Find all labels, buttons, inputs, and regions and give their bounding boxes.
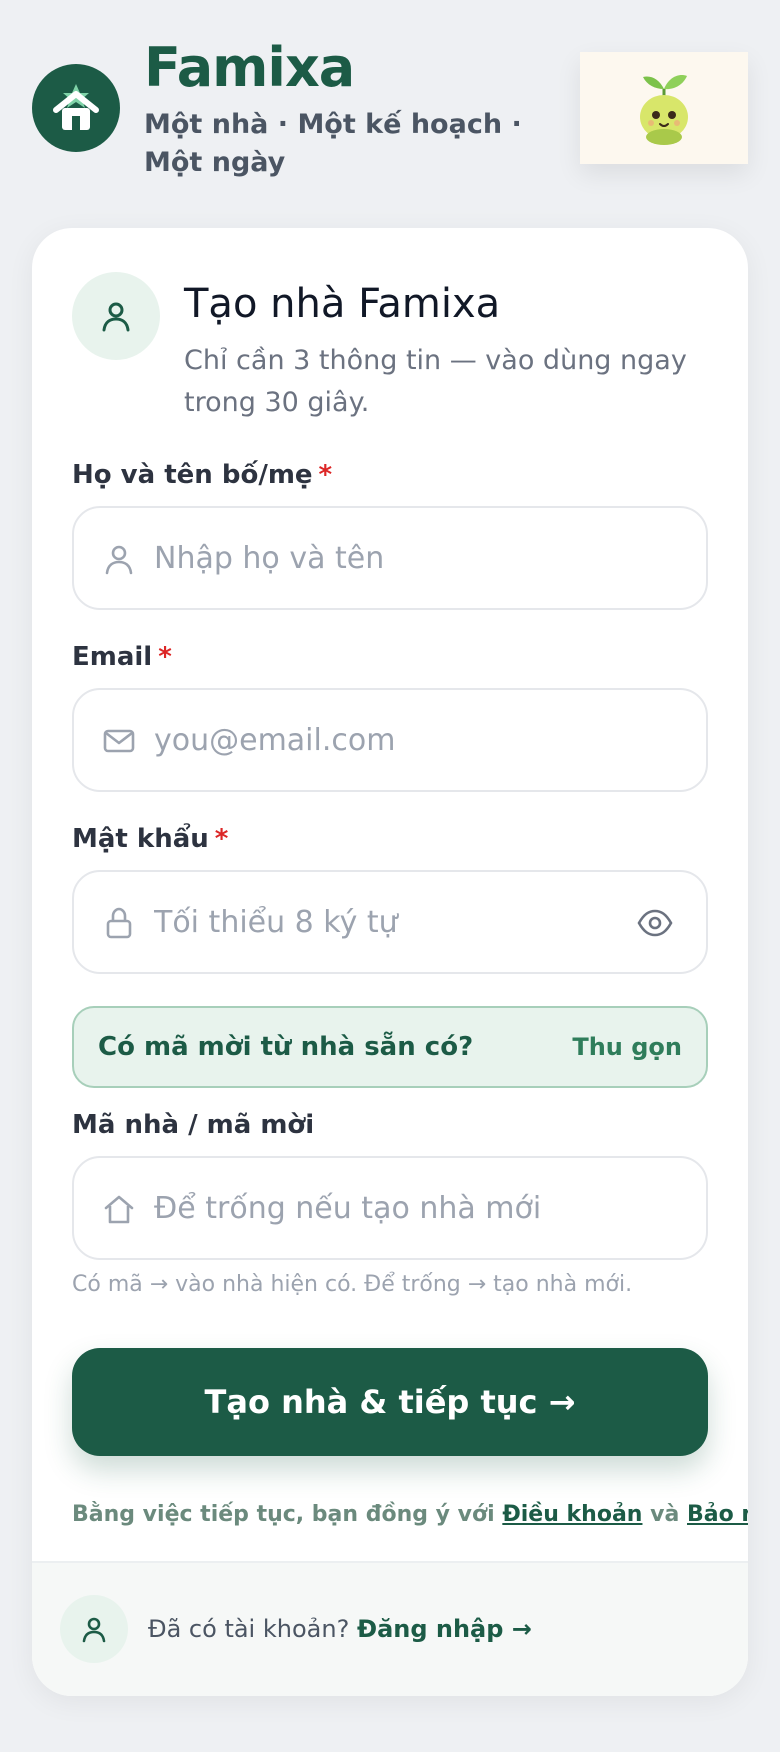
terms-link[interactable]: Điều khoản xyxy=(502,1502,642,1527)
email-label: Email * xyxy=(72,640,172,674)
password-input[interactable] xyxy=(154,872,614,972)
collapse-button[interactable]: Thu gọn xyxy=(572,1028,682,1066)
password-label-text: Mật khẩu xyxy=(72,824,209,854)
brand-name: Famixa xyxy=(144,36,355,99)
login-prompt: Đã có tài khoản? Đăng nhập → xyxy=(148,1611,532,1647)
logo xyxy=(32,64,120,152)
terms-prefix: Bằng việc tiếp tục, bạn đồng ý với xyxy=(72,1502,495,1527)
user-icon xyxy=(105,545,133,575)
house-code-label: Mã nhà / mã mời xyxy=(72,1110,315,1140)
terms-notice: Bằng việc tiếp tục, bạn đồng ý với Điều … xyxy=(72,1498,748,1532)
sprout-mascot xyxy=(640,75,688,145)
card-avatar xyxy=(72,272,160,360)
login-footer: Đã có tài khoản? Đăng nhập → xyxy=(32,1561,748,1696)
card-subtitle: Chỉ cần 3 thông tin — vào dùng ngay tron… xyxy=(184,345,687,418)
card-title: Tạo nhà Famixa xyxy=(184,281,501,327)
email-input[interactable] xyxy=(154,690,614,790)
footer-avatar xyxy=(60,1595,128,1663)
password-label: Mật khẩu * xyxy=(72,822,228,856)
house-icon xyxy=(53,84,99,130)
login-link[interactable]: Đăng nhập → xyxy=(357,1615,532,1643)
brand-tagline: Một nhà · Một kế hoạch · Một ngày xyxy=(144,109,522,178)
invite-code-toggle[interactable]: Có mã mời từ nhà sẵn có? Thu gọn xyxy=(72,1006,708,1088)
required-mark: * xyxy=(318,460,333,490)
house-code-hint: Có mã → vào nhà hiện có. Để trống → tạo … xyxy=(72,1272,633,1297)
user-icon xyxy=(102,302,130,332)
house-code-input[interactable] xyxy=(154,1158,614,1258)
email-label-text: Email xyxy=(72,642,153,672)
app-header: Famixa Một nhà · Một kế hoạch · Một ngày xyxy=(0,0,780,210)
signup-card: Tạo nhà Famixa Chỉ cần 3 thông tin — vào… xyxy=(32,228,748,1696)
login-prompt-text: Đã có tài khoản? xyxy=(148,1615,350,1643)
email-field[interactable] xyxy=(72,688,708,792)
required-mark: * xyxy=(158,642,172,672)
user-icon xyxy=(82,1617,106,1643)
name-input[interactable] xyxy=(154,508,614,608)
mail-icon xyxy=(103,729,135,753)
privacy-link[interactable]: Bảo mật xyxy=(687,1502,748,1527)
home-outline-icon xyxy=(104,1195,134,1224)
required-mark: * xyxy=(214,824,229,854)
invite-question: Có mã mời từ nhà sẵn có? xyxy=(98,1032,474,1062)
eye-icon[interactable] xyxy=(636,904,674,942)
lock-icon xyxy=(106,907,132,939)
password-field[interactable] xyxy=(72,870,708,974)
create-house-button[interactable]: Tạo nhà & tiếp tục → xyxy=(72,1348,708,1456)
name-field[interactable] xyxy=(72,506,708,610)
house-code-field[interactable] xyxy=(72,1156,708,1260)
mascot-image xyxy=(580,52,748,164)
terms-and: và xyxy=(650,1502,680,1527)
name-label: Họ và tên bố/mẹ * xyxy=(72,458,332,492)
name-label-text: Họ và tên bố/mẹ xyxy=(72,460,313,490)
